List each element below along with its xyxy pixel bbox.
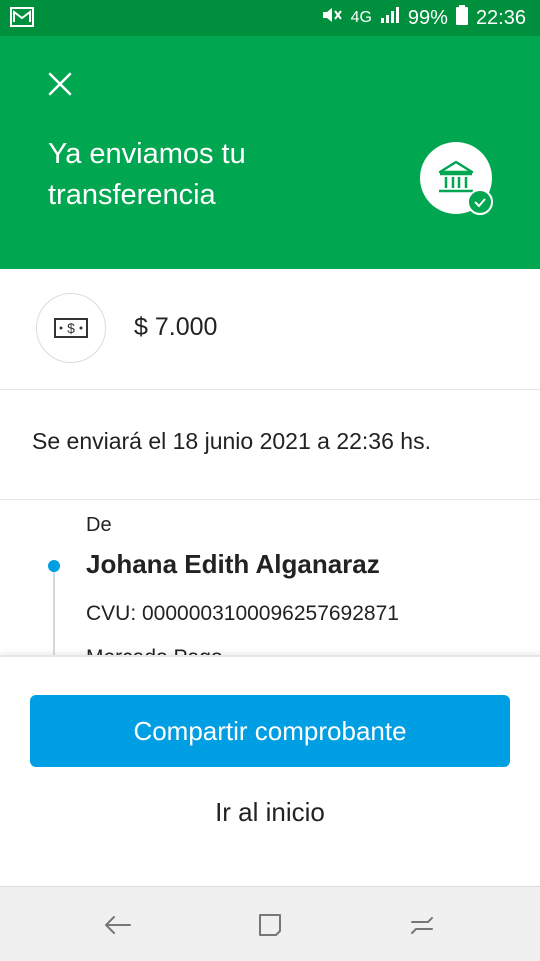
go-home-button[interactable]: Ir al inicio [0, 797, 540, 828]
timeline-dot [48, 560, 60, 572]
home-button[interactable] [254, 909, 286, 941]
status-bar: 4G 99% 22:36 [0, 0, 540, 36]
close-icon [48, 72, 72, 96]
schedule-text: Se enviará el 18 junio 2021 a 22:36 hs. [32, 428, 431, 454]
transfer-amount: $ 7.000 [134, 313, 218, 341]
money-bill-badge: $ [36, 293, 106, 363]
battery-level: 99% [407, 6, 448, 29]
check-icon [474, 198, 486, 208]
clock: 22:36 [475, 6, 526, 29]
sender-name: Johana Edith Alganaraz [86, 549, 380, 579]
back-button[interactable] [102, 909, 134, 941]
schedule-row: Se enviará el 18 junio 2021 a 22:36 hs. [0, 390, 540, 500]
close-button[interactable] [44, 68, 76, 100]
action-panel: Compartir comprobante Ir al inicio [0, 655, 540, 888]
gmail-icon [10, 7, 34, 32]
recents-button[interactable] [406, 909, 438, 941]
timeline-line [53, 566, 55, 655]
money-bill-icon: $ [54, 318, 88, 338]
signal-icon [380, 6, 400, 30]
check-badge [467, 189, 493, 215]
sender-cvu: CVU: 0000003100096257692871 [86, 602, 399, 625]
battery-icon [455, 5, 468, 31]
share-receipt-button[interactable]: Compartir comprobante [30, 695, 510, 767]
sender-account: Mercado Pago [86, 646, 223, 655]
svg-text:$: $ [67, 320, 75, 336]
recents-icon [411, 917, 433, 934]
page-title: Ya enviamos tu transferencia [48, 138, 246, 211]
success-header: Ya enviamos tu transferencia [0, 36, 540, 269]
sender-label: De [86, 514, 112, 536]
sender-section: De Johana Edith Alganaraz CVU: 000000310… [0, 500, 540, 655]
mute-icon [321, 5, 343, 31]
back-icon [105, 916, 131, 934]
home-square-icon [259, 914, 281, 936]
navigation-bar [0, 886, 540, 961]
network-icon: 4G [350, 9, 372, 26]
amount-row: $ $ 7.000 [0, 269, 540, 390]
